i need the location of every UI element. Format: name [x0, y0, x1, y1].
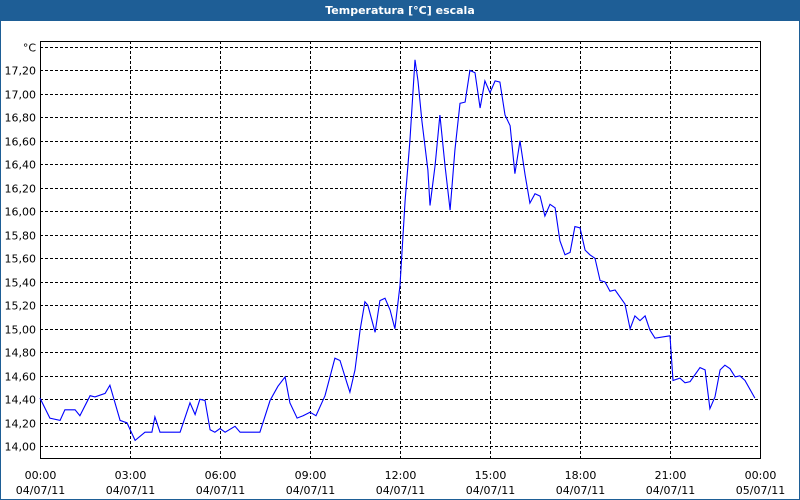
y-axis-unit-label: °C [23, 42, 37, 55]
temperature-chart: 14,00 14,20 14,40 14,60 14,80 15,00 15,20 15,40… [5, 41, 785, 497]
x-tick-time-label: 00:00 [25, 469, 57, 482]
x-tick-date-label: 04/07/11 [286, 484, 335, 497]
x-tick-time-label: 15:00 [475, 469, 507, 482]
plot-frame [40, 41, 761, 459]
y-tick-label: 16,80 [5, 112, 37, 125]
y-tick-label: 15,80 [5, 230, 37, 243]
x-tick-date-label: 04/07/11 [646, 484, 695, 497]
x-tick-date-label: 04/07/11 [16, 484, 65, 497]
temperature-series-line [39, 59, 756, 442]
x-tick-time-label: 12:00 [385, 469, 417, 482]
y-tick-label: 15,40 [5, 277, 37, 290]
x-tick-time-label: 00:00 [745, 469, 777, 482]
y-tick-label: 14,60 [5, 371, 37, 384]
y-tick-label: 16,20 [5, 183, 37, 196]
x-tick-date-label: 04/07/11 [106, 484, 155, 497]
y-tick-label: 14,40 [5, 394, 37, 407]
y-tick-label: 14,00 [5, 441, 37, 454]
y-tick-label: 15,60 [5, 253, 37, 266]
x-tick-date-label: 04/07/11 [376, 484, 425, 497]
x-tick-time-label: 03:00 [115, 469, 147, 482]
y-tick-label: 17,00 [5, 89, 37, 102]
y-tick-label: 14,20 [5, 418, 37, 431]
y-tick-label: 16,40 [5, 159, 37, 172]
x-tick-date-label: 04/07/11 [466, 484, 515, 497]
x-tick-date-label: 04/07/11 [196, 484, 245, 497]
y-tick-label: 16,00 [5, 206, 37, 219]
x-tick-time-label: 21:00 [655, 469, 687, 482]
x-tick-date-label: 04/07/11 [556, 484, 605, 497]
x-tick-time-label: 09:00 [295, 469, 327, 482]
y-tick-label: 17,20 [5, 65, 37, 78]
x-tick-time-label: 18:00 [565, 469, 597, 482]
y-tick-label: 16,60 [5, 136, 37, 149]
y-tick-label: 14,80 [5, 347, 37, 360]
x-tick-time-label: 06:00 [205, 469, 237, 482]
y-tick-label: 15,20 [5, 300, 37, 313]
x-tick-date-label: 05/07/11 [736, 484, 785, 497]
y-tick-label: 15,00 [5, 324, 37, 337]
